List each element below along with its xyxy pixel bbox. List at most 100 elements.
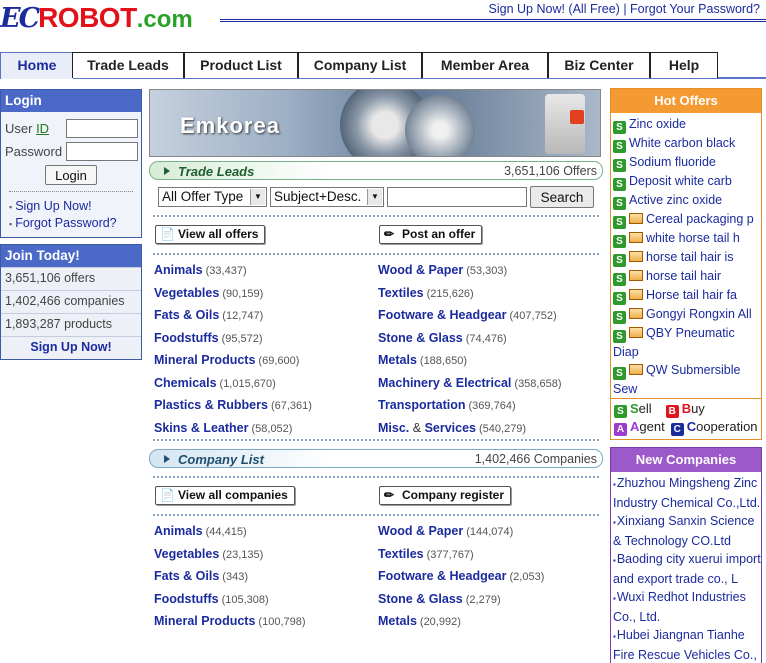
forgot-password-link[interactable]: Forgot Your Password?: [630, 2, 760, 16]
category-name[interactable]: Fats & Oils: [154, 569, 219, 583]
company-register-button[interactable]: ✏ Company register: [379, 486, 512, 505]
hot-offer-title[interactable]: Zinc oxide: [629, 117, 686, 131]
hot-offer-title[interactable]: White carbon black: [629, 136, 735, 150]
company-category-metals[interactable]: Metals (20,992): [378, 614, 461, 628]
password-input[interactable]: [66, 142, 138, 161]
trade-category-machinery-electrical[interactable]: Machinery & Electrical (358,658): [378, 376, 562, 390]
category-name[interactable]: Stone & Glass: [378, 592, 463, 606]
trade-category-vegetables[interactable]: Vegetables (90,159): [154, 286, 263, 300]
category-name[interactable]: Vegetables: [154, 286, 219, 300]
trade-category-skins-leather[interactable]: Skins & Leather (58,052): [154, 421, 292, 435]
site-logo[interactable]: ECROBOT.com: [0, 2, 193, 34]
hot-offer-item[interactable]: S Horse tail hair fa: [611, 286, 761, 305]
company-category-foodstuffs[interactable]: Foodstuffs (105,308): [154, 592, 269, 606]
category-name[interactable]: Transportation: [378, 398, 466, 412]
category-name[interactable]: Footware & Headgear: [378, 308, 507, 322]
search-button[interactable]: Search: [530, 186, 594, 208]
new-company-item[interactable]: Baoding city xuerui import and export tr…: [611, 550, 761, 588]
trade-category-mineral-products[interactable]: Mineral Products (69,600): [154, 353, 299, 367]
trade-leads-title[interactable]: Trade Leads: [178, 164, 254, 179]
hot-offer-title[interactable]: white horse tail h: [646, 231, 740, 245]
user-id-input[interactable]: [66, 119, 138, 138]
tab-member-area[interactable]: Member Area: [422, 52, 548, 78]
hot-offer-title[interactable]: Sodium fluoride: [629, 155, 716, 169]
hot-offer-title[interactable]: horse tail hair is: [646, 250, 734, 264]
trade-category-misc-services[interactable]: Misc. & Services (540,279): [378, 421, 526, 435]
hot-offer-item[interactable]: Shorse tail hair: [611, 267, 761, 286]
tab-home[interactable]: Home: [0, 52, 74, 79]
company-category-stone-glass[interactable]: Stone & Glass (2,279): [378, 592, 501, 606]
company-list-title[interactable]: Company List: [178, 452, 264, 467]
signup-link[interactable]: Sign Up Now! (All Free): [489, 2, 620, 16]
category-name[interactable]: Wood & Paper: [378, 524, 463, 538]
category-name[interactable]: Animals: [154, 263, 203, 277]
trade-category-fats-oils[interactable]: Fats & Oils (12,747): [154, 308, 263, 322]
hot-offer-title-continued[interactable]: Diap: [611, 343, 761, 361]
hot-offer-item[interactable]: Swhite horse tail h: [611, 229, 761, 248]
category-name[interactable]: Wood & Paper: [378, 263, 463, 277]
hot-offer-item[interactable]: S Active zinc oxide: [611, 191, 761, 210]
login-signup-link[interactable]: Sign Up Now!: [1, 198, 141, 215]
category-name[interactable]: Metals: [378, 353, 417, 367]
category-name[interactable]: Vegetables: [154, 547, 219, 561]
join-signup-link[interactable]: Sign Up Now!: [1, 336, 141, 359]
user-id-link[interactable]: ID: [36, 121, 49, 136]
company-category-fats-oils[interactable]: Fats & Oils (343): [154, 569, 248, 583]
login-button[interactable]: Login: [45, 165, 97, 185]
trade-category-metals[interactable]: Metals (188,650): [378, 353, 467, 367]
category-name[interactable]: Fats & Oils: [154, 308, 219, 322]
company-category-animals[interactable]: Animals (44,415): [154, 524, 247, 538]
login-forgot-link[interactable]: Forgot Password?: [1, 215, 141, 232]
company-category-mineral-products[interactable]: Mineral Products (100,798): [154, 614, 306, 628]
company-category-footware-headgear[interactable]: Footware & Headgear (2,053): [378, 569, 544, 583]
hot-offer-title[interactable]: Cereal packaging p: [646, 212, 754, 226]
category-name[interactable]: Foodstuffs: [154, 331, 219, 345]
hot-offer-item[interactable]: Shorse tail hair is: [611, 248, 761, 267]
category-name[interactable]: Misc.: [378, 421, 409, 435]
hot-offer-item[interactable]: S White carbon black: [611, 134, 761, 153]
tab-product-list[interactable]: Product List: [184, 52, 298, 78]
hot-offer-item[interactable]: S Gongyi Rongxin All: [611, 305, 761, 324]
hot-offer-item[interactable]: S Sodium fluoride: [611, 153, 761, 172]
category-name[interactable]: Services: [425, 421, 476, 435]
hot-offer-item[interactable]: S QW Submersible: [611, 361, 761, 380]
company-category-textiles[interactable]: Textiles (377,767): [378, 547, 474, 561]
category-name[interactable]: Mineral Products: [154, 614, 255, 628]
category-name[interactable]: Animals: [154, 524, 203, 538]
trade-category-textiles[interactable]: Textiles (215,626): [378, 286, 474, 300]
new-company-item[interactable]: Hubei Jiangnan Tianhe Fire Rescue Vehicl…: [611, 626, 761, 663]
offer-type-select[interactable]: All Offer Type ▼: [158, 187, 267, 207]
category-name[interactable]: Footware & Headgear: [378, 569, 507, 583]
tab-help[interactable]: Help: [650, 52, 718, 78]
search-field-select[interactable]: Subject+Desc. ▼: [270, 187, 384, 207]
hot-offer-title[interactable]: Horse tail hair fa: [646, 288, 737, 302]
category-name[interactable]: Stone & Glass: [378, 331, 463, 345]
tab-biz-center[interactable]: Biz Center: [548, 52, 650, 78]
category-name[interactable]: Skins & Leather: [154, 421, 248, 435]
trade-category-footware-headgear[interactable]: Footware & Headgear (407,752): [378, 308, 557, 322]
hot-offer-title-continued[interactable]: Sew: [611, 380, 761, 398]
trade-category-chemicals[interactable]: Chemicals (1,015,670): [154, 376, 276, 390]
trade-category-stone-glass[interactable]: Stone & Glass (74,476): [378, 331, 507, 345]
category-name[interactable]: Mineral Products: [154, 353, 255, 367]
new-company-item[interactable]: Zhuzhou Mingsheng Zinc Industry Chemical…: [611, 474, 761, 512]
trade-category-animals[interactable]: Animals (33,437): [154, 263, 247, 277]
trade-category-wood-paper[interactable]: Wood & Paper (53,303): [378, 263, 507, 277]
search-input[interactable]: [387, 187, 527, 207]
trade-category-foodstuffs[interactable]: Foodstuffs (95,572): [154, 331, 263, 345]
view-all-offers-button[interactable]: 📄 View all offers: [155, 225, 266, 244]
new-company-item[interactable]: Wuxi Redhot Industries Co., Ltd.: [611, 588, 761, 626]
hot-offer-item[interactable]: S Deposit white carb: [611, 172, 761, 191]
tab-company-list[interactable]: Company List: [298, 52, 422, 78]
hot-offer-title[interactable]: Active zinc oxide: [629, 193, 722, 207]
post-offer-button[interactable]: ✏ Post an offer: [379, 225, 483, 244]
hot-offer-title[interactable]: horse tail hair: [646, 269, 721, 283]
hot-offer-title[interactable]: QW Submersible: [646, 363, 740, 377]
trade-category-transportation[interactable]: Transportation (369,764): [378, 398, 516, 412]
trade-category-plastics-rubbers[interactable]: Plastics & Rubbers (67,361): [154, 398, 312, 412]
category-name[interactable]: Metals: [378, 614, 417, 628]
category-name[interactable]: Machinery & Electrical: [378, 376, 511, 390]
emkorea-banner[interactable]: Emkorea: [149, 89, 601, 157]
hot-offer-title[interactable]: QBY Pneumatic: [646, 326, 735, 340]
company-category-wood-paper[interactable]: Wood & Paper (144,074): [378, 524, 513, 538]
